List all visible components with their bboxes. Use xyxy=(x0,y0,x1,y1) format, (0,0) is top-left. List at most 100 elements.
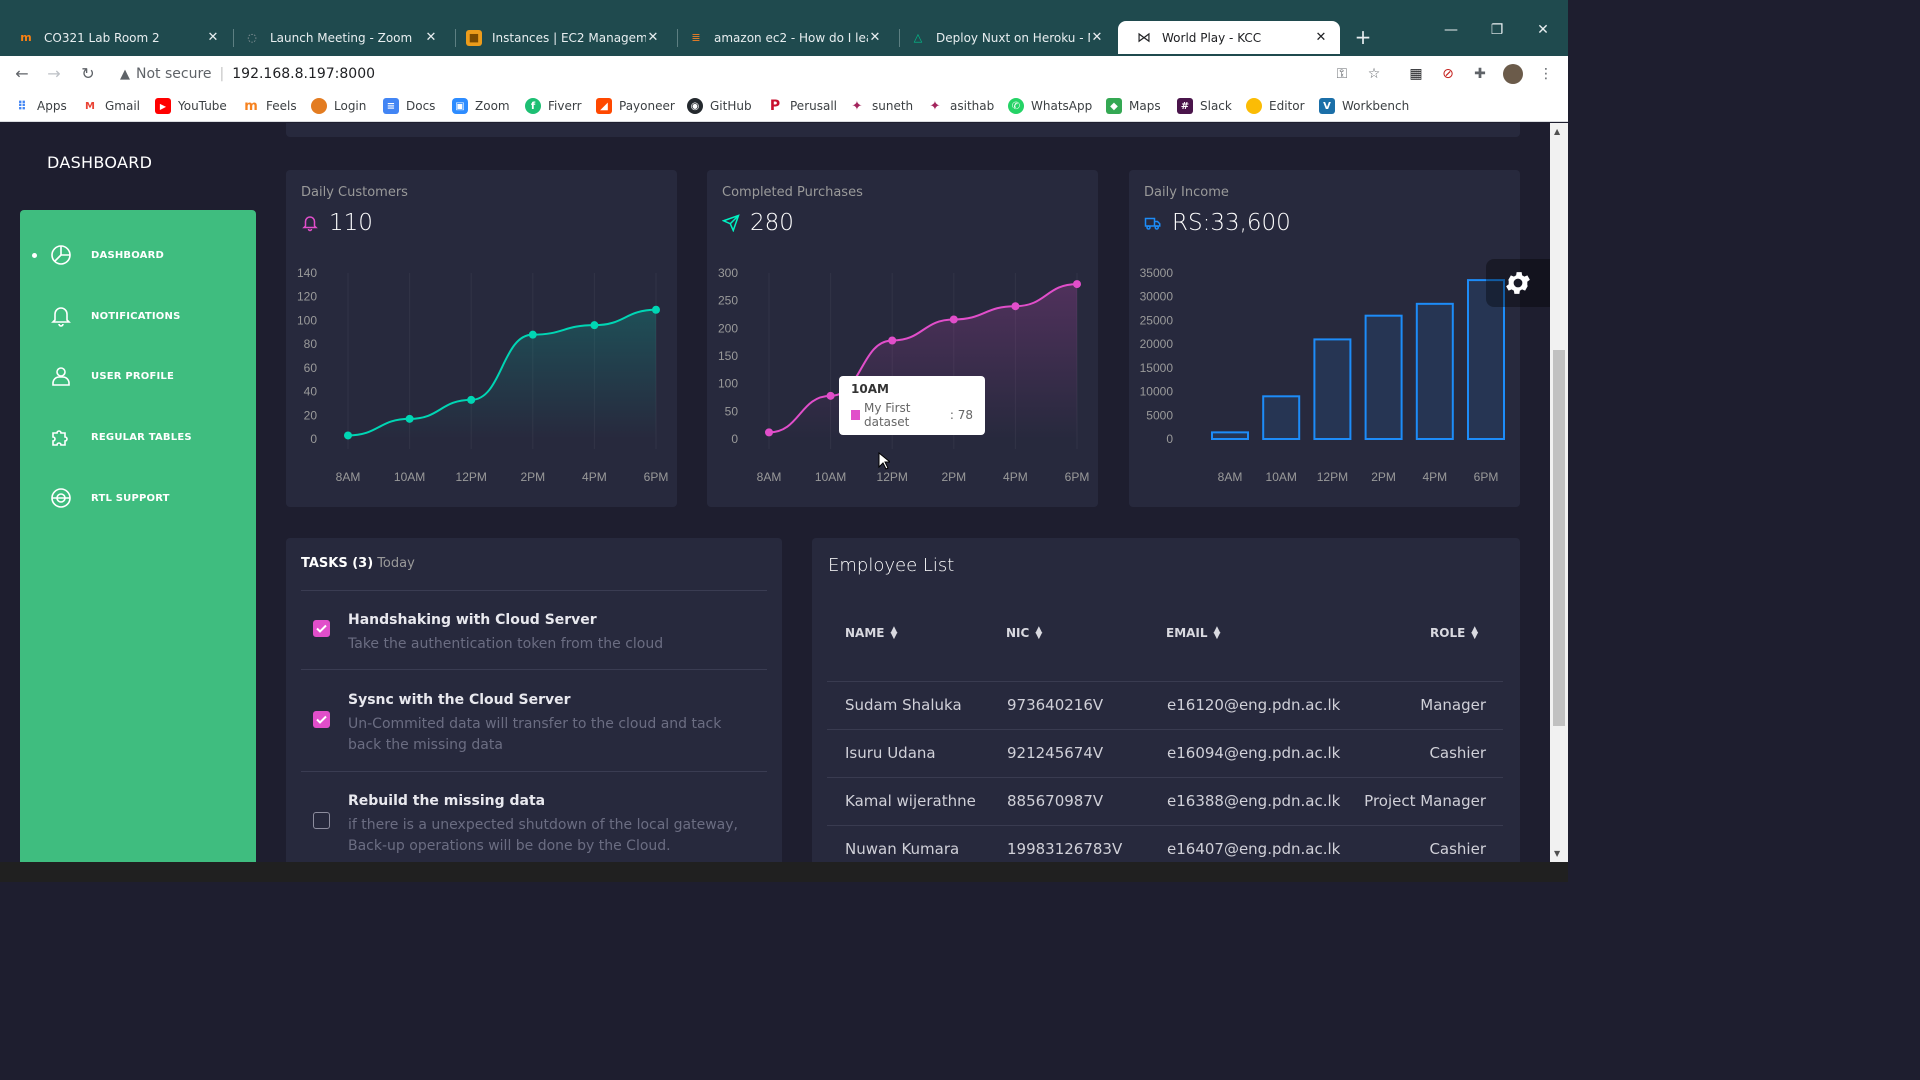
security-status: Not secure xyxy=(136,66,212,82)
y-tick-label: 100 xyxy=(718,377,738,391)
sidebar-item-rtl-support[interactable]: RTL SUPPORT xyxy=(20,473,256,523)
close-icon[interactable]: ✕ xyxy=(646,30,660,45)
y-tick-label: 15000 xyxy=(1140,361,1174,375)
bookmark-login[interactable]: Login xyxy=(311,98,366,114)
y-tick-label: 0 xyxy=(310,432,317,446)
data-point xyxy=(826,391,835,400)
sidebar-item-user-profile[interactable]: USER PROFILE xyxy=(20,351,256,401)
x-tick-label: 2PM xyxy=(1371,470,1396,484)
bookmark-whatsapp[interactable]: ✆ WhatsApp xyxy=(1008,98,1092,114)
cell-role: Cashier xyxy=(1429,840,1486,858)
close-icon[interactable]: ✕ xyxy=(1314,30,1328,45)
key-icon[interactable]: ⚿ xyxy=(1332,64,1352,84)
bookmark-workbench[interactable]: V Workbench xyxy=(1319,98,1409,114)
column-header-nic[interactable]: NIC ▲ ▼ xyxy=(1006,626,1042,641)
task-checkbox[interactable] xyxy=(313,812,330,829)
y-tick-label: 10000 xyxy=(1140,385,1174,399)
url-text: 192.168.8.197:8000 xyxy=(232,66,376,82)
sidebar-item-regular-tables[interactable]: REGULAR TABLES xyxy=(20,412,256,462)
sidebar-item-label: USER PROFILE xyxy=(91,370,175,382)
globe-icon: ◌ xyxy=(247,31,257,44)
browser-tab[interactable]: ≣ amazon ec2 - How do I leave ✕ xyxy=(670,21,894,54)
bookmark-zoom[interactable]: ▣ Zoom xyxy=(452,98,510,114)
y-tick-label: 120 xyxy=(297,290,317,304)
fiverr-icon: f xyxy=(525,98,541,114)
browser-tab[interactable]: ■ Instances | EC2 Management ✕ xyxy=(448,21,672,54)
bookmark-payoneer[interactable]: ◢ Payoneer xyxy=(596,98,675,114)
bookmark-perusall[interactable]: P Perusall xyxy=(767,98,837,114)
extension-icon[interactable]: ▦ xyxy=(1406,64,1426,84)
address-bar[interactable]: ▲ Not secure | 192.168.8.197:8000 xyxy=(110,59,1394,89)
forward-button[interactable]: → xyxy=(42,62,66,86)
menu-icon[interactable]: ⋮ xyxy=(1536,64,1556,84)
table-row: Sudam Shaluka 973640216V e16120@eng.pdn.… xyxy=(827,681,1503,729)
tab-title: Launch Meeting - Zoom xyxy=(270,30,413,45)
restore-button[interactable]: ❐ xyxy=(1482,22,1512,38)
bookmark-fiverr[interactable]: f Fiverr xyxy=(525,98,582,114)
check-icon xyxy=(316,715,327,724)
browser-toolbar: ← → ↻ ▲ Not secure | 192.168.8.197:8000 … xyxy=(0,56,1568,92)
sidebar-item-notifications[interactable]: NOTIFICATIONS xyxy=(20,291,256,341)
tab-title: amazon ec2 - How do I leave xyxy=(714,30,868,45)
y-tick-label: 100 xyxy=(297,313,317,327)
new-tab-button[interactable]: + xyxy=(1350,25,1376,51)
employee-list-card: Employee List NAME ▲ ▼ NIC ▲ ▼ EMAIL ▲ ▼ ROLE ▲… xyxy=(812,538,1520,862)
y-tick-label: 5000 xyxy=(1146,408,1173,422)
y-tick-label: 20 xyxy=(304,408,318,422)
column-header-name[interactable]: NAME ▲ ▼ xyxy=(845,626,897,641)
sidebar-item-label: NOTIFICATIONS xyxy=(91,310,181,322)
browser-tab-active[interactable]: ⋈ World Play - KCC ✕ xyxy=(1118,21,1340,54)
close-icon[interactable]: ✕ xyxy=(1090,30,1104,45)
y-tick-label: 40 xyxy=(304,385,318,399)
scroll-down-icon[interactable]: ▼ xyxy=(1554,849,1560,858)
sidebar-item-dashboard[interactable]: DASHBOARD xyxy=(20,230,256,280)
puzzle-icon[interactable]: ✚ xyxy=(1470,64,1490,84)
window-close-button[interactable]: ✕ xyxy=(1528,22,1558,38)
page-scrollbar[interactable]: ▲ ▼ xyxy=(1550,123,1568,862)
bookmark-asithab[interactable]: ✦ asithab xyxy=(927,98,995,114)
bookmark-apps[interactable]: ⠿ Apps xyxy=(14,98,66,114)
minimize-button[interactable]: — xyxy=(1436,22,1466,38)
workbench-icon: V xyxy=(1319,98,1335,114)
task-checkbox[interactable] xyxy=(313,620,330,637)
editor-icon xyxy=(1246,98,1262,114)
bookmark-suneth[interactable]: ✦ suneth xyxy=(849,98,914,114)
bookmark-gmail[interactable]: M Gmail xyxy=(82,98,140,114)
bookmark-maps[interactable]: ◆ Maps xyxy=(1106,98,1161,114)
y-tick-label: 80 xyxy=(304,337,318,351)
scroll-up-icon[interactable]: ▲ xyxy=(1554,127,1560,136)
block-icon[interactable]: ⊘ xyxy=(1438,64,1458,84)
chart-tooltip: 10AM My First dataset: 78 xyxy=(839,376,985,435)
bookmark-slack[interactable]: # Slack xyxy=(1177,98,1232,114)
y-tick-label: 35000 xyxy=(1140,266,1174,280)
star-icon[interactable]: ☆ xyxy=(1364,64,1384,84)
bookmark-docs[interactable]: ≡ Docs xyxy=(383,98,435,114)
aws-box-icon: ■ xyxy=(466,29,482,46)
close-icon[interactable]: ✕ xyxy=(868,30,882,45)
scrollbar-thumb[interactable] xyxy=(1553,350,1565,726)
y-tick-label: 150 xyxy=(718,349,738,363)
bookmark-editor[interactable]: Editor xyxy=(1246,98,1305,114)
browser-tab[interactable]: ◌ Launch Meeting - Zoom ✕ xyxy=(226,21,450,54)
settings-toggle[interactable] xyxy=(1486,259,1550,307)
completed-purchases-card: Completed Purchases 280 0 50 100 150 200 250 3… xyxy=(707,170,1098,507)
close-icon[interactable]: ✕ xyxy=(424,30,438,45)
bookmark-github[interactable]: ◉ GitHub xyxy=(687,98,752,114)
browser-tab[interactable]: △ Deploy Nuxt on Heroku - Nu ✕ xyxy=(892,21,1116,54)
close-icon[interactable]: ✕ xyxy=(206,30,220,45)
back-button[interactable]: ← xyxy=(10,62,34,86)
cell-name: Kamal wijerathne xyxy=(845,792,976,810)
task-title: Rebuild the missing data xyxy=(348,793,546,809)
bookmark-feels[interactable]: m Feels xyxy=(243,98,296,114)
column-header-email[interactable]: EMAIL ▲ ▼ xyxy=(1166,626,1220,641)
tasks-card: TASKS (3) Today Handshaking with Cloud Se… xyxy=(286,538,782,862)
x-tick-label: 2PM xyxy=(520,470,545,484)
avatar[interactable] xyxy=(1503,64,1523,84)
column-header-role[interactable]: ROLE ▲ ▼ xyxy=(1430,626,1478,641)
cell-name: Isuru Udana xyxy=(845,744,936,762)
reload-button[interactable]: ↻ xyxy=(76,62,100,86)
bookmark-youtube[interactable]: ▶ YouTube xyxy=(155,98,227,114)
browser-tab[interactable]: m CO321 Lab Room 2 ✕ xyxy=(0,21,232,54)
task-checkbox[interactable] xyxy=(313,711,330,728)
sidebar-brand[interactable]: DASHBOARD xyxy=(47,153,152,172)
